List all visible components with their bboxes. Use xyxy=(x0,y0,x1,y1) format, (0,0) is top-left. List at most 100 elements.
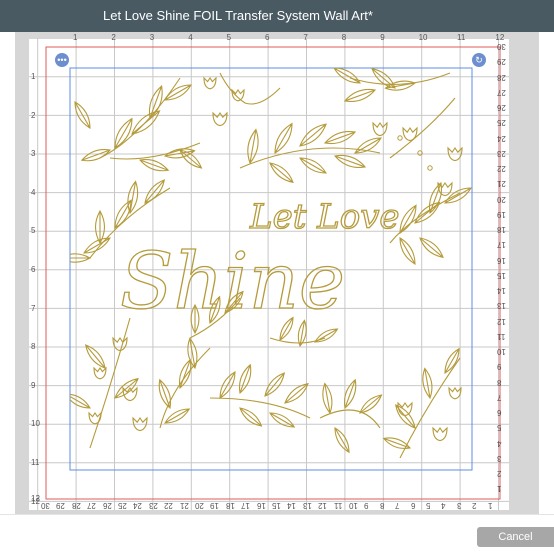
ruler-number: 12 xyxy=(497,316,506,326)
leaf-mark xyxy=(138,159,170,172)
stem-line xyxy=(349,72,451,85)
ruler-number: 17 xyxy=(497,240,506,250)
ruler-number: 25 xyxy=(497,118,506,128)
ruler-number: 23 xyxy=(148,501,158,510)
flower-bud xyxy=(397,401,413,417)
leaf-mark xyxy=(269,412,296,428)
ruler-number: 25 xyxy=(118,501,127,510)
ruler-number: 8 xyxy=(497,377,502,387)
stem-line xyxy=(159,347,211,429)
berry-dot xyxy=(427,165,433,171)
leaf-mark xyxy=(179,149,203,169)
ruler-number: 17 xyxy=(241,501,251,510)
ruler-number: 7 xyxy=(497,392,502,402)
leaf-mark xyxy=(247,128,259,165)
ruler-number: 18 xyxy=(497,225,506,234)
ruler-number: 15 xyxy=(497,270,506,280)
ruler-number: 4 xyxy=(441,501,446,510)
ruler-number: 22 xyxy=(164,501,174,510)
ruler-number: 15 xyxy=(272,501,281,510)
flower-bud xyxy=(203,76,217,90)
leaf-mark xyxy=(444,187,472,204)
leaf-mark xyxy=(164,84,192,101)
ruler-number: 20 xyxy=(497,194,506,204)
ruler-number: 13 xyxy=(497,301,506,311)
leaf-mark xyxy=(144,179,166,204)
cancel-button[interactable]: Cancel xyxy=(477,527,554,547)
artwork-text-shine: Shine xyxy=(120,237,345,327)
ruler-number: 16 xyxy=(256,501,266,510)
ruler-number: 6 xyxy=(410,501,416,510)
stem-line xyxy=(399,357,461,459)
ruler-number: 14 xyxy=(497,286,506,295)
ruler-number: 12 xyxy=(318,501,328,510)
ruler-number: 30 xyxy=(497,42,506,51)
artwork-text-let-love: Let Love xyxy=(249,197,400,237)
leaf-mark xyxy=(284,382,309,404)
flower-bud xyxy=(231,88,245,102)
ruler-number: 19 xyxy=(210,501,220,510)
leaf-mark xyxy=(264,372,286,397)
leaf-mark xyxy=(131,110,161,135)
flower-bud xyxy=(432,426,448,442)
flower-bud xyxy=(132,416,148,432)
more-options-button[interactable]: ••• xyxy=(55,53,69,67)
flower-bud xyxy=(372,121,388,137)
flower-bud xyxy=(93,366,107,380)
ruler-number: 12 xyxy=(495,33,505,42)
ruler-number: 5 xyxy=(497,423,502,433)
ruler-number: 6 xyxy=(31,265,36,274)
title-bar: Let Love Shine FOIL Transfer System Wall… xyxy=(0,0,554,32)
ruler-number: 1 xyxy=(31,72,36,81)
stem-line xyxy=(89,317,131,449)
ruler-number: 2 xyxy=(111,33,116,42)
leaf-mark xyxy=(354,137,382,154)
ruler-number: 9 xyxy=(497,362,502,372)
ruler-number: 24 xyxy=(497,133,506,143)
ruler-number: 18 xyxy=(225,501,235,510)
ruler-number: 24 xyxy=(133,501,143,510)
ruler-number: 26 xyxy=(497,103,506,112)
ruler-number: 13 xyxy=(302,501,312,510)
flower-bud xyxy=(212,111,228,127)
leaf-mark xyxy=(299,123,327,147)
ruler-number: 11 xyxy=(31,458,40,467)
leaf-mark xyxy=(384,80,417,91)
leaf-mark xyxy=(239,407,263,427)
leaf-mark xyxy=(127,180,139,215)
leaf-mark xyxy=(70,253,92,263)
berry-dot xyxy=(397,135,403,141)
ruler-number: 7 xyxy=(395,501,400,510)
ruler-number: 1 xyxy=(497,484,502,494)
rotate-icon[interactable]: ↻ xyxy=(472,53,486,67)
ruler-number: 28 xyxy=(497,72,506,82)
ruler-number: 19 xyxy=(497,209,506,219)
leaf-mark xyxy=(399,204,417,234)
leaf-mark xyxy=(74,101,91,129)
window-title: Let Love Shine FOIL Transfer System Wall… xyxy=(103,8,373,23)
leaf-mark xyxy=(114,377,139,399)
leaf-mark xyxy=(322,382,333,415)
leaf-mark xyxy=(333,68,361,84)
stem-line xyxy=(209,397,311,419)
ruler-number: 21 xyxy=(179,501,189,510)
ruler-number: 10 xyxy=(497,347,506,356)
leaf-mark xyxy=(323,131,357,145)
ruler-number: 9 xyxy=(364,501,369,510)
ruler-number: 5 xyxy=(31,226,36,236)
ruler-number: 1 xyxy=(73,33,78,42)
leaf-mark xyxy=(158,378,171,410)
leaf-mark xyxy=(114,117,133,149)
foil-artwork[interactable]: Let Love Shine xyxy=(70,68,472,470)
leaf-mark xyxy=(314,328,339,343)
ruler-number: 29 xyxy=(497,57,506,67)
ruler-number: 8 xyxy=(379,501,385,510)
ruler-number: 3 xyxy=(456,501,462,510)
leaf-mark xyxy=(84,344,106,369)
ruler-number: 20 xyxy=(195,501,204,510)
ruler-number: 8 xyxy=(31,342,36,352)
stem-line xyxy=(389,97,456,159)
ruler-number: 10 xyxy=(418,33,428,42)
ruler-number: 9 xyxy=(31,380,36,390)
ruler-number: 3 xyxy=(31,149,36,159)
